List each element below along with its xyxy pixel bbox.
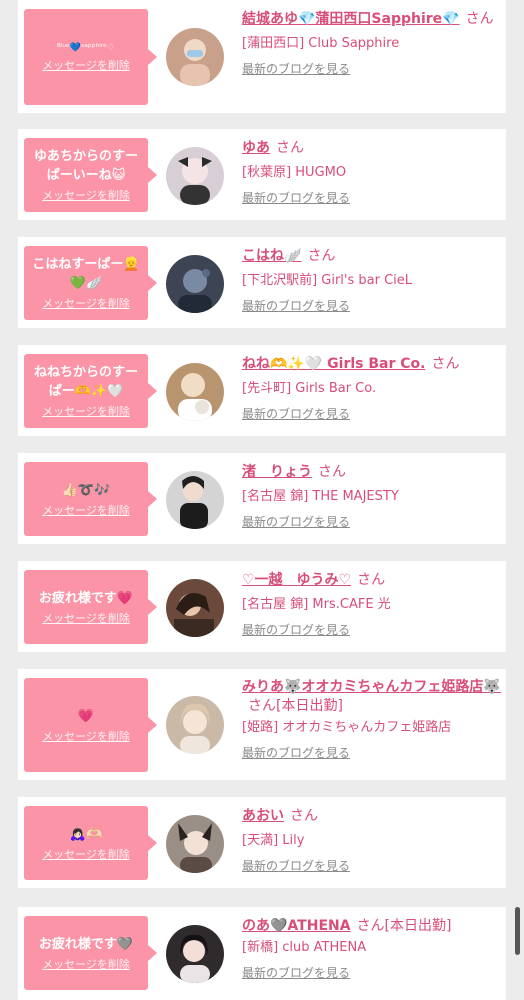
user-name-link[interactable]: 結城あゆ💎蒲田西口Sapphire💎	[242, 11, 460, 27]
shop-label: [新橋] club ATHENA	[242, 940, 367, 955]
shop-label: [下北沢駅前] Girl's bar CieL	[242, 273, 413, 288]
honorific: さん	[290, 808, 318, 824]
message-bubble: 💗 メッセージを削除	[24, 678, 157, 772]
list-item: お疲れ様です💗 メッセージを削除 ♡一越 ゆうみ♡ さん [名古屋 錦] Mrs.…	[18, 561, 506, 652]
avatar[interactable]	[166, 147, 224, 205]
list-item: 👍🏻➰🎶 メッセージを削除 渚 りょう さん [名古屋 錦] THE MAJEST…	[18, 453, 506, 544]
message-text: お疲れ様です💗	[38, 590, 134, 606]
blog-link[interactable]: 最新のブログを見る	[242, 190, 350, 206]
message-bubble: ゆあちからのすーぱーいーね😺 メッセージを削除	[24, 138, 157, 212]
avatar[interactable]	[166, 28, 224, 86]
avatar[interactable]	[166, 255, 224, 313]
user-name-link[interactable]: ゆあ	[242, 140, 270, 156]
user-name-link[interactable]: こはね🪽	[242, 248, 301, 264]
shop-label: [天満] Lily	[242, 833, 305, 848]
avatar[interactable]	[166, 471, 224, 529]
blog-link[interactable]: 最新のブログを見る	[242, 965, 350, 981]
avatar[interactable]	[166, 696, 224, 754]
honorific: さん[本日出勤]	[356, 918, 452, 934]
blog-link[interactable]: 最新のブログを見る	[242, 406, 350, 422]
user-name-link[interactable]: のあ🩶ATHENA	[242, 918, 351, 934]
shop-label: [姫路] オオカミちゃんカフェ姫路店	[242, 720, 452, 735]
message-text: 💗	[77, 708, 95, 724]
delete-message-link[interactable]: メッセージを削除	[42, 504, 130, 518]
message-bubble: ねねちからのすーぱー🫶✨🤍 メッセージを削除	[24, 354, 157, 428]
blog-link[interactable]: 最新のブログを見る	[242, 622, 350, 638]
message-text: ゆあちからのすーぱーいーね😺	[33, 149, 138, 183]
user-name-link[interactable]: ねね🫶✨🤍 Girls Bar Co.	[242, 356, 425, 372]
scrollbar-thumb[interactable]	[515, 907, 520, 955]
delete-message-link[interactable]: メッセージを削除	[42, 297, 130, 311]
list-item: 💗 メッセージを削除 みりあ🐺オオカミちゃんカフェ姫路店🐺 さん[本日出勤] [姫…	[18, 669, 506, 780]
list-item: お疲れ様です🩶 メッセージを削除 のあ🩶ATHENA さん[本日出勤] [新橋] …	[18, 907, 506, 1000]
user-name-link[interactable]: あおい	[242, 808, 284, 824]
blog-link[interactable]: 最新のブログを見る	[242, 298, 350, 314]
shop-label: [先斗町] Girls Bar Co.	[242, 381, 377, 396]
list-item: 🙇🏻‍♀️🫶🏻 メッセージを削除 あおい さん [天満] Lily 最新のブログを…	[18, 797, 506, 888]
list-item: ねねちからのすーぱー🫶✨🤍 メッセージを削除 ねね🫶✨🤍 Girls Bar C…	[18, 345, 506, 436]
delete-message-link[interactable]: メッセージを削除	[42, 405, 130, 419]
avatar[interactable]	[166, 815, 224, 873]
blog-link[interactable]: 最新のブログを見る	[242, 61, 350, 77]
blog-link[interactable]: 最新のブログを見る	[242, 858, 350, 874]
message-bubble: 🙇🏻‍♀️🫶🏻 メッセージを削除	[24, 806, 157, 880]
shop-label: [蒲田西口] Club Sapphire	[242, 36, 400, 51]
shop-label: [秋葉原] HUGMO	[242, 165, 347, 180]
avatar[interactable]	[166, 579, 224, 637]
honorific: さん	[276, 140, 304, 156]
delete-message-link[interactable]: メッセージを削除	[42, 848, 130, 862]
message-bubble: ᴮˡᵘᵉ💙ˢᵃᵖᵖʰⁱʳᵉ♢ メッセージを削除	[24, 9, 157, 105]
honorific: さん	[465, 11, 494, 27]
honorific: さん[本日出勤]	[248, 698, 343, 714]
delete-message-link[interactable]: メッセージを削除	[42, 958, 130, 972]
user-name-link[interactable]: ♡一越 ゆうみ♡	[242, 572, 351, 588]
message-text: ᴮˡᵘᵉ💙ˢᵃᵖᵖʰⁱʳᵉ♢	[57, 43, 115, 53]
honorific: さん	[431, 356, 460, 372]
list-item: ᴮˡᵘᵉ💙ˢᵃᵖᵖʰⁱʳᵉ♢ メッセージを削除 結城あゆ💎蒲田西口Sapphir…	[18, 0, 506, 113]
honorific: さん	[357, 572, 386, 588]
user-name-link[interactable]: みりあ🐺オオカミちゃんカフェ姫路店🐺	[242, 679, 501, 695]
message-text: 🙇🏻‍♀️🫶🏻	[69, 826, 103, 842]
delete-message-link[interactable]: メッセージを削除	[42, 730, 130, 744]
message-bubble: お疲れ様です💗 メッセージを削除	[24, 570, 157, 644]
blog-link[interactable]: 最新のブログを見る	[242, 745, 350, 761]
shop-label: [名古屋 錦] THE MAJESTY	[242, 489, 399, 504]
delete-message-link[interactable]: メッセージを削除	[42, 612, 130, 626]
message-bubble: こはねすーぱー👱💚🪽 メッセージを削除	[24, 246, 157, 320]
message-text: お疲れ様です🩶	[38, 936, 134, 952]
message-bubble: お疲れ様です🩶 メッセージを削除	[24, 916, 157, 990]
delete-message-link[interactable]: メッセージを削除	[42, 59, 130, 73]
message-text: ねねちからのすーぱー🫶✨🤍	[33, 365, 138, 399]
shop-label: [名古屋 錦] Mrs.CAFE 光	[242, 597, 391, 612]
message-bubble: 👍🏻➰🎶 メッセージを削除	[24, 462, 157, 536]
message-text: こはねすーぱー👱💚🪽	[32, 257, 140, 291]
avatar[interactable]	[166, 363, 224, 421]
user-name-link[interactable]: 渚 りょう	[242, 464, 312, 480]
avatar[interactable]	[166, 925, 224, 983]
blog-link[interactable]: 最新のブログを見る	[242, 514, 350, 530]
message-text: 👍🏻➰🎶	[61, 482, 111, 498]
honorific: さん	[307, 248, 336, 264]
delete-message-link[interactable]: メッセージを削除	[42, 189, 130, 203]
honorific: さん	[318, 464, 346, 480]
list-item: こはねすーぱー👱💚🪽 メッセージを削除 こはね🪽 さん [下北沢駅前] Girl'…	[18, 237, 506, 328]
list-item: ゆあちからのすーぱーいーね😺 メッセージを削除 ゆあ さん [秋葉原] HUGMO…	[18, 129, 506, 220]
